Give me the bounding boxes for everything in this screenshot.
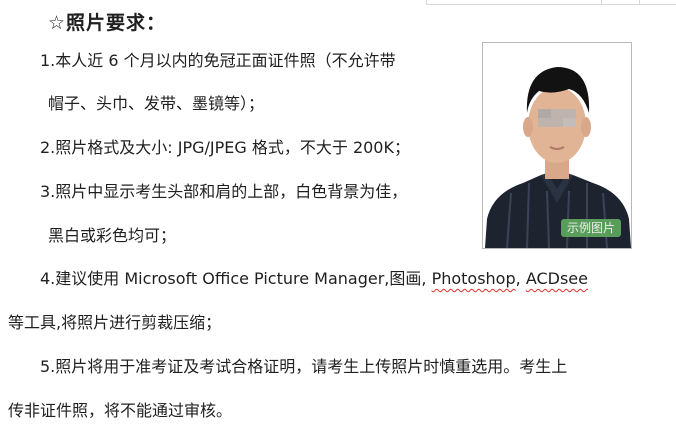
requirement-1-line-2: 帽子、头巾、发带、墨镜等）； [48, 94, 265, 113]
requirement-3-line-2: 黑白或彩色均可； [48, 226, 177, 245]
requirement-4-line-1: 4.建议使用 Microsoft Office Picture Manager,… [40, 268, 588, 290]
spellcheck-word-acdsee: ACDsee [525, 269, 588, 288]
page-heading: ☆照片要求： [48, 12, 167, 34]
requirement-1-line-1: 1.本人近 6 个月以内的免冠正面证件照（不允许带 [40, 51, 396, 70]
requirement-4-separator: , [515, 269, 521, 288]
requirement-4-line-2: 等工具,将照片进行剪裁压缩； [8, 313, 222, 332]
spellcheck-word-photoshop: Photoshop [431, 269, 516, 288]
requirement-2: 2.照片格式及大小: JPG/JPEG 格式，不大于 200K； [40, 138, 410, 157]
sample-photo-badge: 示例图片 [560, 219, 621, 237]
requirement-3-line-1: 3.照片中显示考生头部和肩的上部，白色背景为佳， [40, 182, 408, 201]
requirement-5-line-1: 5.照片将用于准考证及考试合格证明，请考生上传照片时慎重选用。考生上 [40, 357, 568, 376]
table-border-fragment [426, 0, 676, 5]
portrait-illustration [483, 43, 631, 248]
sample-id-photo: 示例图片 [482, 42, 632, 249]
requirement-5-line-2: 传非证件照，将不能通过审核。 [8, 401, 233, 420]
requirement-4-text: 4.建议使用 Microsoft Office Picture Manager,… [40, 269, 427, 288]
